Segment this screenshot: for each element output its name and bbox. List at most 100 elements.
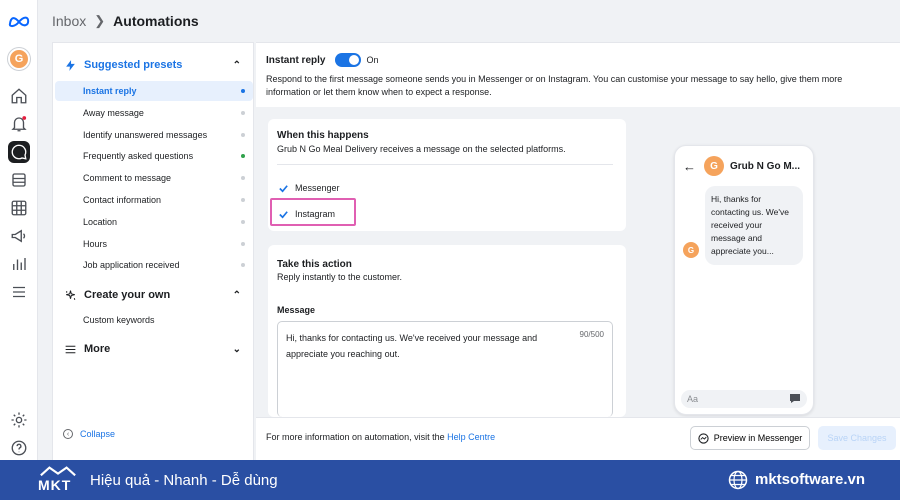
- footer-info-text: For more information on automation, visi…: [266, 432, 445, 442]
- sidebar-item-away-message[interactable]: Away message: [55, 103, 253, 123]
- preview-input: Aa: [681, 390, 807, 408]
- list-icon: [63, 342, 77, 356]
- message-textarea[interactable]: Hi, thanks for contacting us. We've rece…: [277, 321, 613, 417]
- preview-header: ← G Grub N Go M...: [683, 156, 800, 176]
- status-dot: [241, 219, 245, 224]
- panel-footer: For more information on automation, visi…: [256, 417, 900, 461]
- status-dot: [241, 241, 245, 246]
- toggle-state-label: On: [366, 55, 379, 65]
- menu-icon[interactable]: [8, 281, 30, 303]
- banner-website[interactable]: mktsoftware.vn: [755, 471, 865, 488]
- create-your-own-header[interactable]: Create your own ⌃: [53, 282, 255, 308]
- sidebar-item-label: Custom keywords: [83, 315, 155, 325]
- mkt-logo-text: MKT: [38, 477, 72, 493]
- more-header[interactable]: More ⌄: [53, 336, 255, 362]
- sidebar-item-label: Location: [83, 216, 118, 227]
- instagram-highlight-box: [270, 198, 356, 226]
- checkbox-checked-icon[interactable]: [277, 182, 289, 194]
- instant-reply-toggle[interactable]: [335, 53, 362, 67]
- trigger-subtitle: Grub N Go Meal Delivery receives a messa…: [277, 144, 566, 154]
- collapse-left-icon: ‹: [63, 429, 73, 439]
- grid-icon[interactable]: [8, 197, 30, 219]
- mkt-banner: MKT Hiệu quả - Nhanh - Dễ dùng mktsoftwa…: [0, 460, 900, 500]
- instant-reply-header: Instant reply On: [266, 53, 378, 67]
- preview-page-name: Grub N Go M...: [730, 160, 800, 172]
- sidebar-item-label: Contact information: [83, 195, 162, 205]
- panel-title: Instant reply: [266, 54, 326, 66]
- status-dot: [241, 263, 245, 268]
- sidebar-item-label: Job application received: [83, 260, 180, 271]
- avatar[interactable]: G: [8, 48, 30, 70]
- trigger-title: When this happens: [277, 130, 369, 141]
- divider: [277, 164, 613, 165]
- avatar-letter: G: [14, 53, 24, 65]
- messenger-icon: [698, 432, 709, 444]
- sidebar-item-frequently-asked-questions[interactable]: Frequently asked questions: [55, 146, 253, 166]
- chevron-up-icon: ⌃: [232, 59, 241, 71]
- page-title: Automations: [113, 13, 199, 29]
- collapse-button[interactable]: ‹ Collapse: [63, 429, 115, 439]
- help-icon[interactable]: [8, 437, 30, 459]
- breadcrumb-inbox[interactable]: Inbox: [52, 13, 86, 29]
- action-title: Take this action: [277, 259, 352, 270]
- left-rail: G: [0, 0, 38, 460]
- suggested-presets-label: Suggested presets: [84, 59, 183, 71]
- chevron-down-icon: ⌄: [232, 343, 241, 355]
- sidebar-item-label: Hours: [83, 238, 108, 249]
- sidebar-item-instant-reply[interactable]: Instant reply: [55, 81, 253, 101]
- help-centre-link[interactable]: Help Centre: [447, 432, 495, 442]
- message-label: Message: [277, 305, 316, 315]
- status-dot: [241, 154, 245, 159]
- sidebar-item-contact-information[interactable]: Contact information: [55, 190, 253, 210]
- globe-icon: [728, 470, 748, 490]
- insights-icon[interactable]: [8, 253, 30, 275]
- collapse-label: Collapse: [80, 429, 116, 439]
- settings-gear-icon[interactable]: [8, 409, 30, 431]
- platform-messenger-option[interactable]: Messenger: [277, 182, 340, 194]
- bell-icon[interactable]: [8, 113, 30, 135]
- status-dot: [241, 176, 245, 181]
- sidebar-item-hours[interactable]: Hours: [55, 234, 253, 254]
- status-dot: [241, 89, 245, 93]
- action-subtitle: Reply instantly to the customer.: [277, 272, 403, 282]
- status-dot: [241, 198, 245, 202]
- preview-message-bubble: Hi, thanks for contacting us. We've rece…: [705, 186, 803, 265]
- sidebar-item-location[interactable]: Location: [55, 212, 253, 232]
- sidebar-item-job-application-received[interactable]: Job application received: [55, 255, 253, 275]
- footer-info: For more information on automation, visi…: [266, 432, 495, 442]
- content-icon[interactable]: [8, 169, 30, 191]
- preview-avatar: G: [704, 156, 724, 176]
- automations-sidebar: Suggested presets ⌃ Instant reply Away me…: [52, 42, 254, 460]
- suggested-presets-header[interactable]: Suggested presets ⌃: [53, 52, 255, 78]
- sidebar-item-custom-keywords[interactable]: Custom keywords: [55, 310, 253, 330]
- sparkle-icon: [63, 288, 77, 302]
- home-icon[interactable]: [8, 85, 30, 107]
- lightning-icon: [63, 58, 77, 72]
- inbox-chat-icon[interactable]: [8, 141, 30, 163]
- messenger-preview: ← G Grub N Go M... Hi, thanks for contac…: [674, 145, 814, 415]
- chevron-right-icon: ❯: [94, 13, 106, 28]
- message-icon: [790, 394, 800, 403]
- save-changes-button[interactable]: Save Changes: [818, 426, 896, 450]
- sidebar-item-label: Frequently asked questions: [83, 151, 194, 162]
- megaphone-icon[interactable]: [8, 225, 30, 247]
- preview-in-messenger-button[interactable]: Preview in Messenger: [690, 426, 810, 450]
- preview-input-placeholder: Aa: [687, 394, 699, 404]
- bubble-avatar: G: [683, 242, 699, 258]
- banner-tagline: Hiệu quả - Nhanh - Dễ dùng: [90, 472, 278, 489]
- sidebar-item-comment-to-message[interactable]: Comment to message: [55, 168, 253, 188]
- sidebar-item-label: Away message: [83, 107, 144, 118]
- chevron-up-icon: ⌃: [232, 289, 241, 301]
- panel-description: Respond to the first message someone sen…: [266, 74, 843, 97]
- action-card: Take this action Reply instantly to the …: [268, 245, 626, 417]
- status-dot: [241, 132, 245, 137]
- sidebar-item-identify-unanswered-messages[interactable]: Identify unanswered messages: [55, 125, 253, 145]
- sidebar-item-label: Identify unanswered messages: [83, 129, 208, 140]
- preview-button-label: Preview in Messenger: [713, 433, 803, 443]
- char-count: 90/500: [579, 330, 604, 339]
- arrow-left-icon: ←: [683, 158, 696, 174]
- status-dot: [241, 110, 245, 115]
- instant-reply-panel: Instant reply On Respond to the first me…: [256, 42, 900, 461]
- platform-label: Messenger: [295, 183, 340, 193]
- meta-logo-icon[interactable]: [8, 10, 30, 32]
